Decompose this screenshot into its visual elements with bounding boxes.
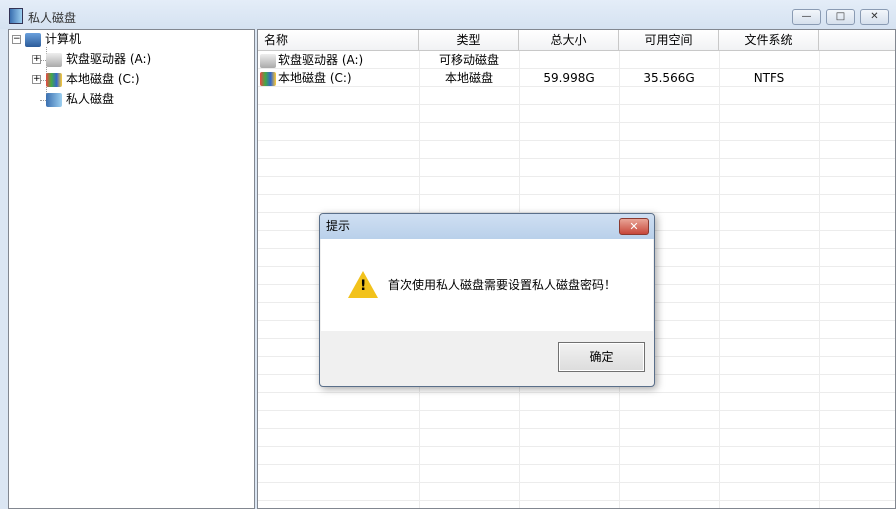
column-header-filler xyxy=(819,30,895,51)
maximize-button[interactable]: □ xyxy=(826,9,855,25)
empty-row xyxy=(258,105,895,123)
empty-row xyxy=(258,177,895,195)
tree-label: 计算机 xyxy=(45,32,82,46)
tree-item-computer[interactable]: 计算机 xyxy=(25,30,81,48)
floppy-drive-icon xyxy=(46,52,62,67)
table-row[interactable]: 本地磁盘 (C:) 本地磁盘 59.998G 35.566G NTFS xyxy=(258,69,895,87)
empty-row xyxy=(258,501,895,508)
ok-button[interactable]: 确定 xyxy=(558,342,645,372)
cell-file-system: NTFS xyxy=(753,71,785,85)
title-bar: 私人磁盘 — □ ✕ xyxy=(0,0,896,29)
empty-row xyxy=(258,123,895,141)
cell-total-size: 59.998G xyxy=(543,71,595,85)
tree-label: 本地磁盘 (C:) xyxy=(66,72,140,86)
folder-tree[interactable]: − 计算机 + 软盘驱动器 (A:) + 本地磁盘 (C:) 私人磁盘 xyxy=(8,29,255,509)
dialog-message: 首次使用私人磁盘需要设置私人磁盘密码！ xyxy=(388,278,617,292)
empty-row xyxy=(258,87,895,105)
empty-row xyxy=(258,411,895,429)
cell-name: 软盘驱动器 (A:) xyxy=(278,53,364,67)
cell-free-space: 35.566G xyxy=(643,71,695,85)
empty-row xyxy=(258,393,895,411)
alert-dialog: 提示 ✕ ! 首次使用私人磁盘需要设置私人磁盘密码！ 确定 xyxy=(319,213,655,387)
tree-item-private-disk[interactable]: 私人磁盘 xyxy=(46,90,114,108)
empty-row xyxy=(258,429,895,447)
expand-toggle[interactable]: + xyxy=(32,55,41,64)
empty-row xyxy=(258,159,895,177)
minimize-button[interactable]: — xyxy=(792,9,821,25)
app-icon xyxy=(9,8,23,24)
empty-row xyxy=(258,465,895,483)
tree-item-local-disk[interactable]: 本地磁盘 (C:) xyxy=(46,70,140,88)
cell-type: 可移动磁盘 xyxy=(438,53,499,67)
dialog-close-button[interactable]: ✕ xyxy=(619,218,649,235)
expand-toggle[interactable]: + xyxy=(32,75,41,84)
tree-item-floppy[interactable]: 软盘驱动器 (A:) xyxy=(46,50,151,68)
tree-label: 私人磁盘 xyxy=(66,92,115,106)
empty-row xyxy=(258,483,895,501)
close-button[interactable]: ✕ xyxy=(860,9,889,25)
empty-row xyxy=(258,447,895,465)
empty-row xyxy=(258,195,895,213)
column-header-free-space[interactable]: 可用空间 xyxy=(619,30,719,51)
cell-name: 本地磁盘 (C:) xyxy=(278,71,352,85)
warning-icon: ! xyxy=(348,271,378,298)
private-disk-icon xyxy=(46,92,62,107)
computer-icon xyxy=(25,32,41,47)
dialog-title: 提示 xyxy=(320,214,654,239)
column-header-name[interactable]: 名称 xyxy=(258,30,419,51)
column-header-type[interactable]: 类型 xyxy=(419,30,519,51)
local-disk-icon xyxy=(260,71,276,86)
table-row[interactable]: 软盘驱动器 (A:) 可移动磁盘 xyxy=(258,51,895,69)
window-title: 私人磁盘 xyxy=(28,11,77,25)
column-header-file-system[interactable]: 文件系统 xyxy=(719,30,819,51)
floppy-drive-icon xyxy=(260,53,276,68)
cell-type: 本地磁盘 xyxy=(444,71,493,85)
empty-row xyxy=(258,141,895,159)
local-disk-icon xyxy=(46,72,62,87)
tree-label: 软盘驱动器 (A:) xyxy=(66,52,152,66)
collapse-toggle[interactable]: − xyxy=(12,35,21,44)
column-header-total-size[interactable]: 总大小 xyxy=(519,30,619,51)
